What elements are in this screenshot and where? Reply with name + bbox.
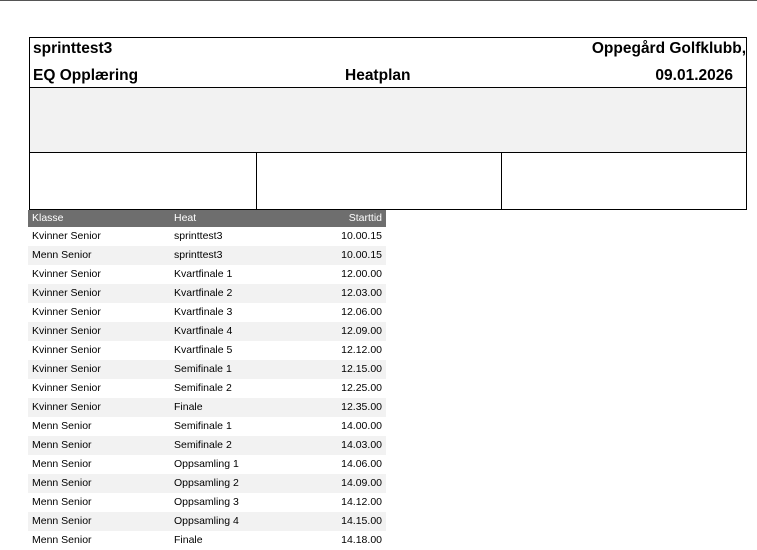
table-row: Kvinner Senior Kvartfinale 3 12.06.00 — [28, 303, 386, 322]
cell-klasse: Kvinner Senior — [32, 268, 101, 280]
top-rule — [0, 0, 757, 1]
club-name: Oppegård Golfklubb, — [591, 40, 746, 57]
table-row: Menn Senior Oppsamling 2 14.09.00 — [28, 474, 386, 493]
header-row-1: sprinttest3 Oppegård Golfklubb, — [30, 38, 746, 64]
cell-klasse: Menn Senior — [32, 458, 92, 470]
cell-starttid: 12.12.00 — [341, 344, 382, 356]
table-row: Kvinner Senior Semifinale 1 12.15.00 — [28, 360, 386, 379]
cell-heat: Oppsamling 2 — [170, 474, 288, 493]
heat-table: Klasse Heat Starttid Kvinner Senior sprin… — [28, 210, 386, 550]
cell-starttid: 12.35.00 — [288, 398, 386, 417]
cell-starttid: 14.00.00 — [341, 420, 382, 432]
table-row: Kvinner Senior sprinttest3 10.00.15 — [28, 227, 386, 246]
cell-starttid: 10.00.15 — [288, 246, 386, 265]
cell-klasse: Kvinner Senior — [28, 322, 170, 341]
cell-starttid: 14.18.00 — [341, 534, 382, 546]
cell-klasse: Menn Senior — [28, 246, 170, 265]
event-date: 09.01.2026 — [655, 67, 733, 84]
table-row: Menn Senior Oppsamling 1 14.06.00 — [28, 455, 386, 474]
cell-klasse: Menn Senior — [28, 436, 170, 455]
cell-starttid: 12.03.00 — [288, 284, 386, 303]
cell-klasse: Menn Senior — [28, 512, 170, 531]
heat-table-body: Kvinner Senior sprinttest3 10.00.15 Menn Se… — [28, 227, 386, 550]
column-header-starttid: Starttid — [288, 210, 386, 227]
cell-divider — [256, 153, 257, 209]
cell-starttid: 14.15.00 — [288, 512, 386, 531]
cell-starttid: 12.09.00 — [288, 322, 386, 341]
cell-klasse: Kvinner Senior — [32, 382, 101, 394]
table-row: Kvinner Senior Kvartfinale 1 12.00.00 — [28, 265, 386, 284]
cell-klasse: Kvinner Senior — [28, 398, 170, 417]
header-box: sprinttest3 Oppegård Golfklubb, EQ Opplæ… — [29, 37, 747, 210]
cell-klasse: Kvinner Senior — [28, 284, 170, 303]
table-row: Kvinner Senior Kvartfinale 5 12.12.00 — [28, 341, 386, 360]
cell-starttid: 12.00.00 — [341, 268, 382, 280]
cell-heat: Kvartfinale 3 — [174, 306, 233, 318]
cell-heat: Finale — [170, 398, 288, 417]
cell-starttid: 12.25.00 — [341, 382, 382, 394]
cell-starttid: 14.06.00 — [341, 458, 382, 470]
cell-klasse: Menn Senior — [32, 420, 92, 432]
cell-heat: Oppsamling 3 — [174, 496, 239, 508]
cell-heat: sprinttest3 — [170, 246, 288, 265]
cell-heat: Kvartfinale 4 — [170, 322, 288, 341]
cell-heat: Kvartfinale 2 — [170, 284, 288, 303]
cell-starttid: 14.12.00 — [341, 496, 382, 508]
table-row: Menn Senior Finale 14.18.00 — [28, 531, 386, 550]
header-empty-cells — [30, 153, 746, 209]
heat-table-header: Klasse Heat Starttid — [28, 210, 386, 227]
document-title: Heatplan — [345, 67, 411, 84]
cell-heat: Finale — [174, 534, 203, 546]
column-header-heat: Heat — [170, 210, 288, 227]
cell-heat: Oppsamling 1 — [174, 458, 239, 470]
header-row-2: EQ Opplæring Heatplan 09.01.2026 — [30, 64, 746, 88]
cell-heat: Semifinale 1 — [174, 420, 232, 432]
event-subtitle: EQ Opplæring — [33, 67, 139, 84]
cell-klasse: Menn Senior — [28, 474, 170, 493]
table-row: Menn Senior Oppsamling 4 14.15.00 — [28, 512, 386, 531]
cell-heat: Semifinale 2 — [174, 382, 232, 394]
cell-starttid: 14.09.00 — [288, 474, 386, 493]
cell-heat: Kvartfinale 5 — [174, 344, 233, 356]
table-row: Menn Senior Semifinale 1 14.00.00 — [28, 417, 386, 436]
cell-heat: Semifinale 1 — [170, 360, 288, 379]
cell-klasse: Kvinner Senior — [32, 306, 101, 318]
header-grey-band — [30, 88, 746, 153]
cell-starttid: 10.00.15 — [341, 230, 382, 242]
cell-divider — [501, 153, 502, 209]
cell-heat: Kvartfinale 1 — [174, 268, 233, 280]
cell-heat: Oppsamling 4 — [170, 512, 288, 531]
table-row: Menn Senior sprinttest3 10.00.15 — [28, 246, 386, 265]
table-row: Kvinner Senior Semifinale 2 12.25.00 — [28, 379, 386, 398]
table-row: Menn Senior Oppsamling 3 14.12.00 — [28, 493, 386, 512]
cell-klasse: Menn Senior — [32, 534, 92, 546]
cell-klasse: Menn Senior — [32, 496, 92, 508]
cell-starttid: 14.03.00 — [288, 436, 386, 455]
cell-klasse: Kvinner Senior — [32, 344, 101, 356]
table-row: Menn Senior Semifinale 2 14.03.00 — [28, 436, 386, 455]
column-header-klasse: Klasse — [28, 210, 170, 227]
table-row: Kvinner Senior Kvartfinale 2 12.03.00 — [28, 284, 386, 303]
cell-heat: Semifinale 2 — [170, 436, 288, 455]
cell-starttid: 12.15.00 — [288, 360, 386, 379]
event-name: sprinttest3 — [33, 40, 113, 57]
cell-starttid: 12.06.00 — [341, 306, 382, 318]
table-row: Kvinner Senior Finale 12.35.00 — [28, 398, 386, 417]
cell-klasse: Kvinner Senior — [32, 230, 101, 242]
cell-klasse: Kvinner Senior — [28, 360, 170, 379]
cell-heat: sprinttest3 — [174, 230, 223, 242]
table-row: Kvinner Senior Kvartfinale 4 12.09.00 — [28, 322, 386, 341]
